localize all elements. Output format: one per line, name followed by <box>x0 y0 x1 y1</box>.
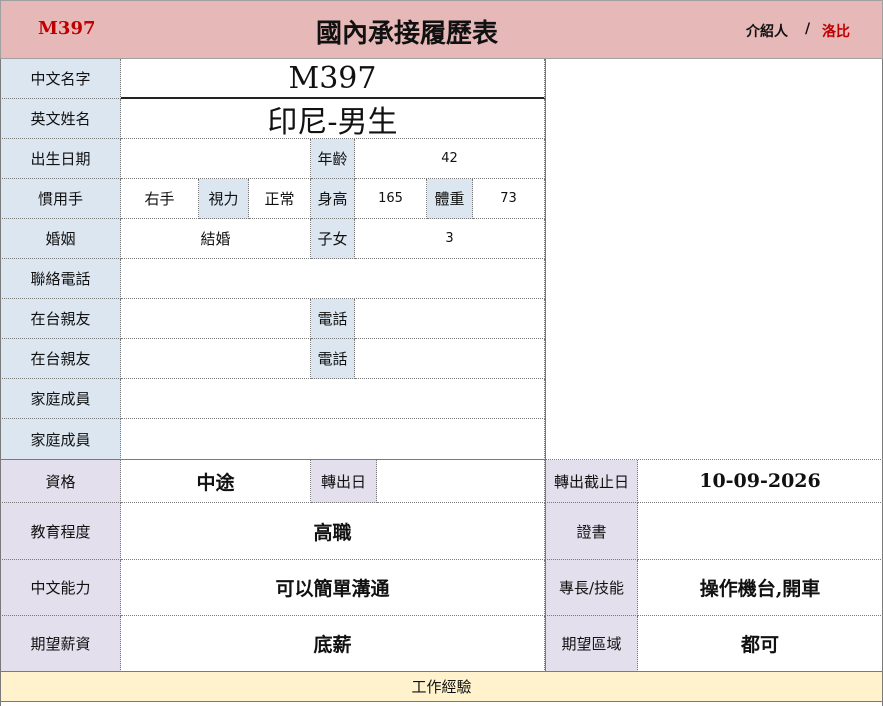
salary-value: 底薪 <box>121 616 545 672</box>
relative2-value <box>121 339 311 379</box>
relative1-phone-value <box>355 299 545 339</box>
relative2-phone-label: 電話 <box>311 339 355 379</box>
certificate-value <box>638 503 883 560</box>
education-label: 教育程度 <box>0 503 121 560</box>
relative1-phone-label: 電話 <box>311 299 355 339</box>
referrer-separator: / <box>805 21 811 37</box>
deadline-value: 10-09-2026 <box>638 460 883 503</box>
relative1-value <box>121 299 311 339</box>
chinese-name-label: 中文名字 <box>0 59 121 99</box>
certificate-label: 證書 <box>545 503 638 560</box>
weight-value: 73 <box>473 179 545 219</box>
height-value: 165 <box>355 179 427 219</box>
height-label: 身高 <box>311 179 355 219</box>
transfer-date-label: 轉出日 <box>311 460 377 503</box>
hand-value: 右手 <box>121 179 199 219</box>
children-label: 子女 <box>311 219 355 259</box>
page-title: 國內承接履歷表 <box>316 19 499 49</box>
education-value: 高職 <box>121 503 545 560</box>
chinese-name-value: M397 <box>121 59 545 99</box>
weight-label: 體重 <box>427 179 473 219</box>
region-value: 都可 <box>638 616 883 672</box>
deadline-label: 轉出截止日 <box>545 460 638 503</box>
children-value: 3 <box>355 219 545 259</box>
salary-label: 期望薪資 <box>0 616 121 672</box>
birth-date-label: 出生日期 <box>0 139 121 179</box>
birth-date-value <box>121 139 311 179</box>
work-experience-table-top <box>0 702 883 706</box>
relative2-label: 在台親友 <box>0 339 121 379</box>
english-name-value: 印尼-男生 <box>121 99 545 139</box>
chinese-ability-label: 中文能力 <box>0 560 121 616</box>
qualification-label: 資格 <box>0 460 121 503</box>
qualification-value: 中途 <box>121 460 311 503</box>
photo-area <box>545 59 883 460</box>
work-experience-header: 工作經驗 <box>0 672 883 702</box>
family2-label: 家庭成員 <box>0 419 121 460</box>
family1-label: 家庭成員 <box>0 379 121 419</box>
region-label: 期望區域 <box>545 616 638 672</box>
skills-label: 專長/技能 <box>545 560 638 616</box>
age-value: 42 <box>355 139 545 179</box>
family1-value <box>121 379 545 419</box>
chinese-ability-value: 可以簡單溝通 <box>121 560 545 616</box>
referrer-name: 洛比 <box>822 24 850 40</box>
english-name-label: 英文姓名 <box>0 99 121 139</box>
skills-value: 操作機台,開車 <box>638 560 883 616</box>
family2-value <box>121 419 545 460</box>
referrer-label: 介紹人 <box>746 24 788 40</box>
relative2-phone-value <box>355 339 545 379</box>
marriage-label: 婚姻 <box>0 219 121 259</box>
relative1-label: 在台親友 <box>0 299 121 339</box>
phone-value <box>121 259 545 299</box>
vision-value: 正常 <box>249 179 311 219</box>
vision-label: 視力 <box>199 179 249 219</box>
hand-label: 慣用手 <box>0 179 121 219</box>
age-label: 年齡 <box>311 139 355 179</box>
transfer-date-value <box>377 460 545 503</box>
phone-label: 聯絡電話 <box>0 259 121 299</box>
header-code: M397 <box>38 18 96 39</box>
marriage-value: 結婚 <box>121 219 311 259</box>
